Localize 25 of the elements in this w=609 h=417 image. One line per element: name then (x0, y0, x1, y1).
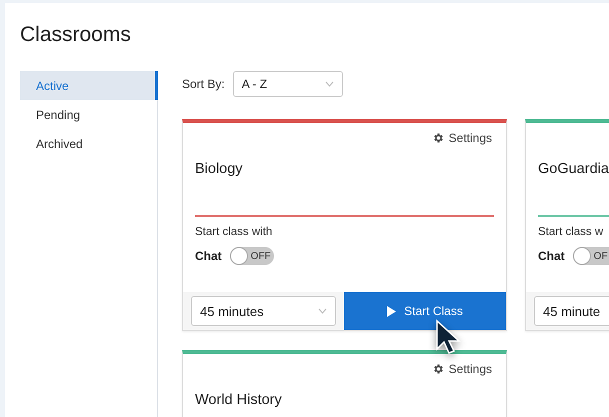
page-title: Classrooms (20, 23, 132, 47)
chevron-down-icon (318, 308, 327, 314)
duration-dropdown[interactable]: 45 minute (534, 296, 609, 326)
settings-button[interactable]: Settings (432, 362, 492, 376)
class-name: Biology (194, 161, 244, 177)
sidebar-tab[interactable]: Archived (20, 129, 158, 158)
class-name: World History (194, 392, 283, 408)
duration-dropdown[interactable]: 45 minutes (191, 296, 336, 326)
start-class-with-label: Start class with (194, 226, 274, 238)
sort-dropdown[interactable]: A - Z (232, 71, 343, 97)
gear-icon (432, 132, 444, 144)
chevron-down-icon (324, 81, 334, 87)
chat-label: Chat (195, 249, 222, 263)
class-name: GoGuardia (537, 161, 609, 177)
start-class-button[interactable]: Start Class (344, 292, 506, 330)
sidebar-tab[interactable]: Pending (20, 100, 158, 129)
sort-label: Sort By: (182, 77, 225, 91)
chat-label: Chat (538, 249, 565, 263)
play-icon (387, 306, 396, 316)
chat-toggle[interactable]: OF (572, 247, 609, 265)
settings-button[interactable]: Settings (432, 131, 492, 145)
chat-toggle[interactable]: OFF (230, 247, 274, 265)
sidebar-tab[interactable]: Active (20, 71, 158, 100)
gear-icon (432, 363, 444, 375)
start-class-with-label: Start class w (537, 226, 604, 238)
